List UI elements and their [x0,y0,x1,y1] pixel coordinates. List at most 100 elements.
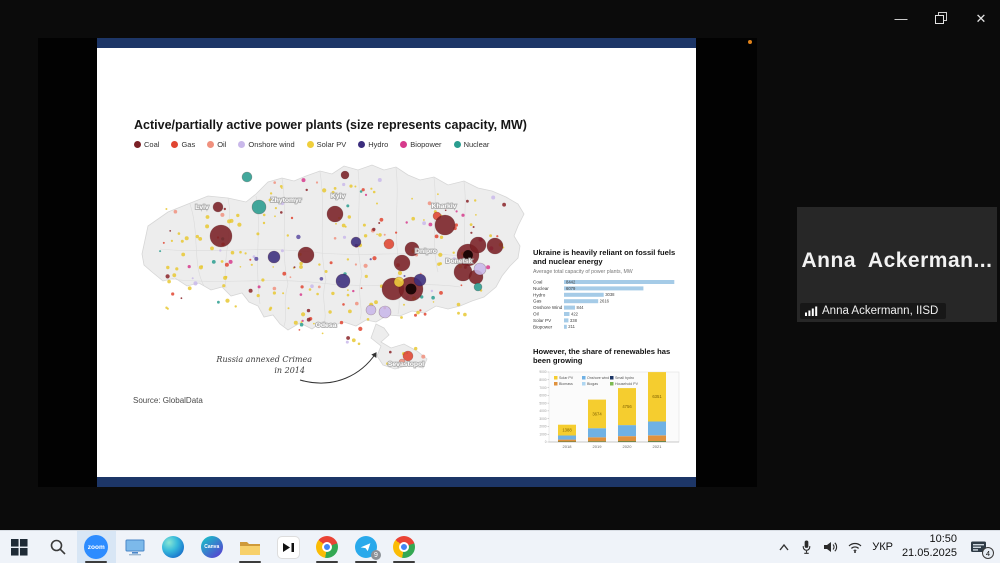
chart2-legend-swatch [582,376,586,380]
chart1-bar [564,318,568,322]
taskbar-item-chrome[interactable] [308,531,347,563]
chart2-segment-onshore-wind [648,421,666,435]
scatter-dot [261,278,264,281]
taskbar-item-chrome-2[interactable] [385,531,424,563]
chart2-ytick-label: 1000 [539,432,546,436]
scatter-dot [342,183,345,186]
plant-wind [366,305,376,315]
taskbar-item-canva[interactable]: Canva [193,531,232,563]
scatter-dot [502,203,506,207]
scatter-dot [198,237,202,241]
scatter-dot [347,258,349,260]
display-icon [124,538,146,556]
scatter-dot [316,181,318,183]
chart2-year-label: 2019 [593,444,603,449]
file-explorer-icon [239,538,261,556]
scatter-dot [470,223,473,226]
annotation-line2: in 2014 [274,366,305,375]
scatter-dot [294,266,296,268]
taskbar-item-start[interactable] [0,531,39,563]
scatter-dot [395,232,397,234]
scatter-dot [365,194,367,196]
speaker-icon[interactable] [822,540,838,554]
scatter-dot [181,240,184,243]
chart1-value-label: 844 [577,305,585,310]
restore-button[interactable] [934,11,948,25]
scatter-dot [361,287,363,289]
scatter-dot [486,265,490,269]
taskbar-item-display-app[interactable] [116,531,155,563]
chart1-category-label: Biopower [533,324,553,329]
taskbar-item-zoom[interactable]: zoom [77,531,116,563]
app-window: { "window": {"minimize_glyph": "—", "clo… [0,0,1000,563]
legend-item: Gas [171,140,195,149]
legend-item: Onshore wind [238,140,294,149]
chart1-bar [564,312,570,316]
scatter-dot [221,260,224,263]
chart2-ytick-label: 5000 [539,401,546,405]
taskbar-item-search[interactable] [39,531,78,563]
scatter-dot [174,210,178,214]
scatter-dot [280,211,283,214]
minimize-button[interactable]: — [894,11,908,25]
notification-center-button[interactable]: 4 [966,536,992,558]
recording-indicator-dot [748,40,752,44]
scatter-dot [175,267,178,270]
plant-wind [474,263,486,275]
taskbar-item-edge[interactable] [154,531,193,563]
scatter-dot [301,321,303,323]
participant-video-tile[interactable]: Anna Ackerman... Anna Ackermann, IISD [797,207,997,322]
tray-chevron-up-icon[interactable] [777,542,791,552]
scatter-dot [181,253,185,257]
scatter-dot [384,234,386,236]
scatter-dot [435,235,439,239]
chart2-title: However, the share of renewables has bee… [533,347,685,365]
plant-hydro [351,237,361,247]
scatter-dot [348,215,351,218]
scatter-dot [389,351,392,354]
chart1-subtitle: Average total capacity of power plants, … [533,269,685,275]
windows-start-icon [11,539,28,556]
legend-item: Nuclear [454,140,490,149]
clock[interactable]: 10:50 21.05.2025 [902,533,957,561]
scatter-dot [400,316,403,319]
scatter-dot [457,303,461,307]
chart1-category-label: Coal [533,279,542,284]
scatter-dot [346,336,350,340]
scatter-dot [354,186,356,188]
plant-hydro [268,251,280,263]
scatter-dot [273,287,277,291]
taskbar-item-telegram[interactable]: 9 [347,531,386,563]
notification-count-badge: 4 [982,547,994,559]
scatter-dot [491,196,495,200]
chart2-legend-swatch [610,382,614,386]
plant-hydro [336,274,350,288]
scatter-dot [348,310,352,314]
chart2-ytick-label: 0 [545,440,547,444]
legend-color-dot [400,141,407,148]
scatter-dot [193,281,197,285]
scatter-dot [210,247,214,251]
scatter-dot [192,277,194,279]
scatter-dot [219,249,221,251]
taskbar-item-file-explorer[interactable] [231,531,270,563]
scatter-dot [352,290,354,292]
scatter-dot [245,252,247,254]
scatter-dot [288,307,290,309]
close-button[interactable]: ✕ [974,11,988,25]
scatter-dot [475,214,477,216]
scatter-dot [290,276,292,278]
taskbar-item-capcut[interactable] [270,531,309,563]
legend-color-dot [207,141,214,148]
scatter-dot [258,285,261,288]
microphone-icon[interactable] [800,539,813,555]
chart2-year-label: 2018 [563,444,573,449]
scatter-dot [251,264,253,266]
scatter-dot [287,234,289,236]
scatter-dot [199,265,203,269]
chart1-category-label: Hydro [533,292,546,297]
language-indicator[interactable]: УКР [872,541,893,553]
legend-item: Hydro [358,140,388,149]
scatter-dot [374,300,378,304]
wifi-icon[interactable] [847,541,863,553]
